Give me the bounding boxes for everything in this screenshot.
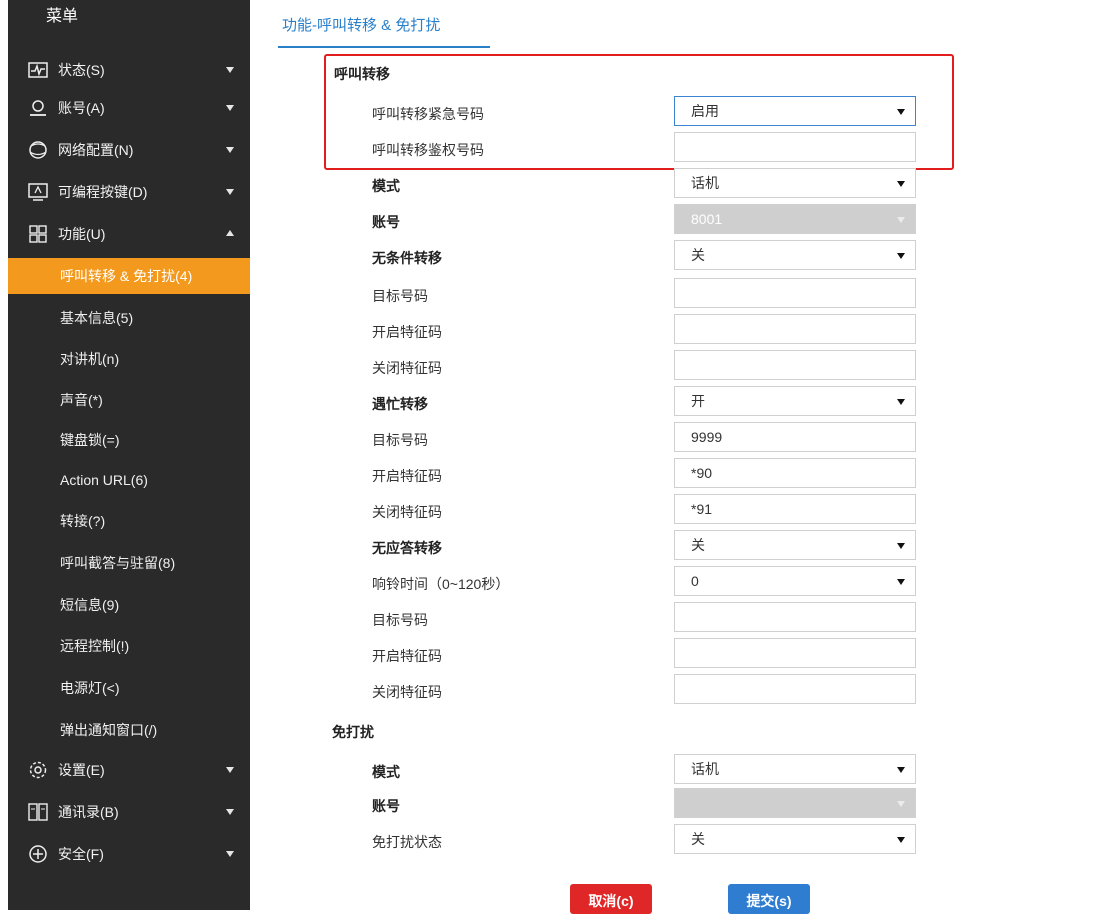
sidebar-item-security[interactable]: 安全(F) — [8, 836, 250, 872]
sidebar-item-network[interactable]: 网络配置(N) — [8, 132, 250, 168]
sidebar-item-label: 安全(F) — [58, 846, 104, 862]
chevron-down-icon — [226, 767, 234, 773]
sidebar: 菜单 状态(S) 账号(A) 网络配置(N) 可编程按键(D) 功能(U) 呼叫… — [8, 0, 250, 910]
always-target-input[interactable] — [674, 278, 916, 308]
dnd-mode-label: 模式 — [372, 764, 400, 780]
account-select: 8001 — [674, 204, 916, 234]
sidebar-subitem-call-forward[interactable]: 呼叫转移 & 免打扰(4) — [8, 258, 250, 294]
account-label: 账号 — [372, 214, 400, 230]
sidebar-item-label: 状态(S) — [58, 62, 105, 78]
busy-off-code-label: 关闭特征码 — [372, 504, 442, 520]
directory-icon — [26, 802, 50, 822]
busy-target-label: 目标号码 — [372, 432, 428, 448]
sidebar-subitem-power-led[interactable]: 电源灯(<) — [8, 670, 250, 706]
busy-on-code-input[interactable]: *90 — [674, 458, 916, 488]
ring-time-label: 响铃时间（0~120秒） — [372, 576, 510, 592]
always-off-code-label: 关闭特征码 — [372, 360, 442, 376]
auth-number-input[interactable] — [674, 132, 916, 162]
shield-icon — [26, 844, 50, 864]
page-title: 功能-呼叫转移 & 免打扰 — [282, 17, 441, 34]
sidebar-subitem-keypad-lock[interactable]: 键盘锁(=) — [8, 422, 250, 458]
sidebar-item-dsskey[interactable]: 可编程按键(D) — [8, 174, 250, 210]
chevron-up-icon — [226, 230, 234, 236]
no-answer-on-code-label: 开启特征码 — [372, 648, 442, 664]
status-icon — [26, 60, 50, 80]
no-answer-on-code-input[interactable] — [674, 638, 916, 668]
sidebar-item-label: 功能(U) — [58, 226, 106, 242]
no-answer-target-label: 目标号码 — [372, 612, 428, 628]
sidebar-item-features[interactable]: 功能(U) — [8, 216, 250, 252]
no-answer-forward-label: 无应答转移 — [372, 540, 442, 556]
sidebar-item-account[interactable]: 账号(A) — [8, 90, 250, 126]
network-icon — [26, 140, 50, 160]
chevron-down-icon — [226, 105, 234, 111]
main-content: 功能-呼叫转移 & 免打扰 呼叫转移 呼叫转移紧急号码 启用 呼叫转移鉴权号码 … — [262, 0, 1102, 914]
dsskey-icon — [26, 182, 50, 202]
emergency-number-label: 呼叫转移紧急号码 — [372, 106, 484, 122]
dnd-status-select[interactable]: 关 — [674, 824, 916, 854]
no-answer-target-input[interactable] — [674, 602, 916, 632]
sidebar-subitem-intercom[interactable]: 对讲机(n) — [8, 341, 250, 377]
sidebar-item-label: 可编程按键(D) — [58, 184, 148, 200]
busy-off-code-input[interactable]: *91 — [674, 494, 916, 524]
dnd-account-label: 账号 — [372, 798, 400, 814]
busy-target-input[interactable]: 9999 — [674, 422, 916, 452]
chevron-down-icon — [226, 809, 234, 815]
sidebar-item-label: 通讯录(B) — [58, 804, 119, 820]
sidebar-subitem-sound[interactable]: 声音(*) — [8, 382, 250, 418]
always-off-code-input[interactable] — [674, 350, 916, 380]
busy-forward-label: 遇忙转移 — [372, 396, 428, 412]
sidebar-subitem-action-url[interactable]: Action URL(6) — [8, 462, 250, 498]
sidebar-item-status[interactable]: 状态(S) — [8, 52, 250, 88]
dnd-mode-select[interactable]: 话机 — [674, 754, 916, 784]
no-answer-off-code-label: 关闭特征码 — [372, 684, 442, 700]
mode-select[interactable]: 话机 — [674, 168, 916, 198]
sidebar-subitem-notify-popup[interactable]: 弹出通知窗口(/) — [8, 712, 250, 748]
title-underline — [278, 46, 490, 48]
sidebar-item-label: 网络配置(N) — [58, 142, 134, 158]
sidebar-subitem-transfer[interactable]: 转接(?) — [8, 503, 250, 539]
sidebar-subitem-pickup-park[interactable]: 呼叫截答与驻留(8) — [8, 545, 250, 581]
busy-forward-select[interactable]: 开 — [674, 386, 916, 416]
section-title-dnd: 免打扰 — [332, 724, 374, 740]
always-on-code-input[interactable] — [674, 314, 916, 344]
mode-label: 模式 — [372, 178, 400, 194]
features-icon — [26, 224, 50, 244]
emergency-number-select[interactable]: 启用 — [674, 96, 916, 126]
account-icon — [26, 98, 50, 118]
sidebar-subitem-remote-control[interactable]: 远程控制(!) — [8, 628, 250, 664]
no-answer-off-code-input[interactable] — [674, 674, 916, 704]
no-answer-forward-select[interactable]: 关 — [674, 530, 916, 560]
chevron-down-icon — [226, 147, 234, 153]
menu-title: 菜单 — [8, 0, 250, 46]
sidebar-item-directory[interactable]: 通讯录(B) — [8, 794, 250, 830]
always-on-code-label: 开启特征码 — [372, 324, 442, 340]
always-forward-select[interactable]: 关 — [674, 240, 916, 270]
always-forward-label: 无条件转移 — [372, 250, 442, 266]
chevron-down-icon — [226, 189, 234, 195]
chevron-down-icon — [226, 851, 234, 857]
sidebar-subitem-basic-info[interactable]: 基本信息(5) — [8, 300, 250, 336]
chevron-down-icon — [226, 67, 234, 73]
sidebar-item-settings[interactable]: 设置(E) — [8, 752, 250, 788]
ring-time-select[interactable]: 0 — [674, 566, 916, 596]
busy-on-code-label: 开启特征码 — [372, 468, 442, 484]
sidebar-item-label: 账号(A) — [58, 100, 105, 116]
sidebar-subitem-sms[interactable]: 短信息(9) — [8, 587, 250, 623]
section-title-call-forward: 呼叫转移 — [334, 66, 390, 82]
auth-number-label: 呼叫转移鉴权号码 — [372, 142, 484, 158]
dnd-account-select — [674, 788, 916, 818]
gear-icon — [26, 760, 50, 780]
always-target-label: 目标号码 — [372, 288, 428, 304]
sidebar-item-label: 设置(E) — [58, 762, 105, 778]
dnd-status-label: 免打扰状态 — [372, 834, 442, 850]
